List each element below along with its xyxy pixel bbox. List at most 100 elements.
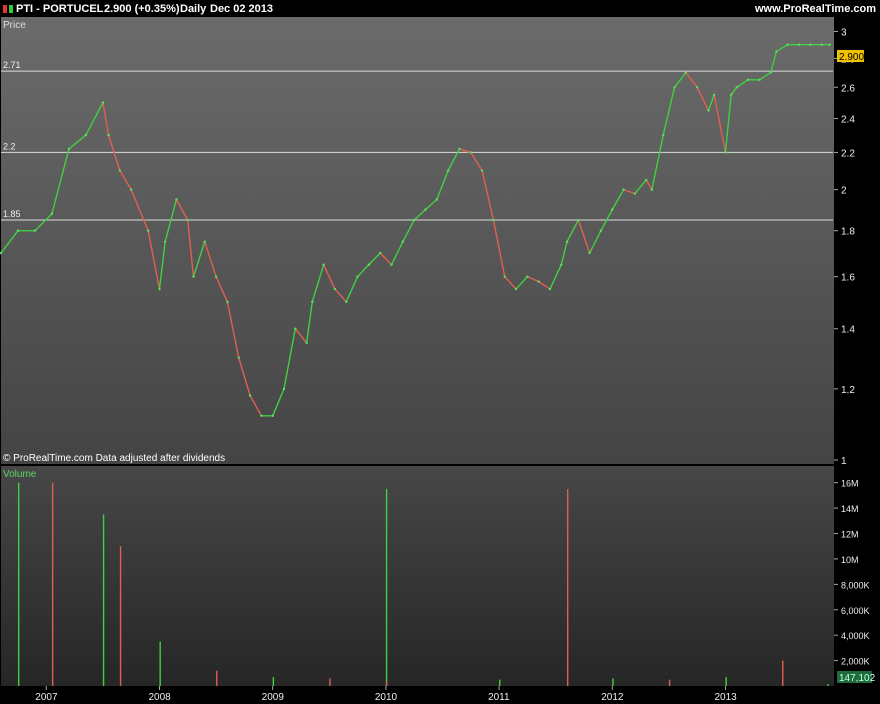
volume-axis bbox=[834, 466, 880, 686]
volume-tick-label: 16M bbox=[841, 479, 859, 489]
volume-tick-label: 10M bbox=[841, 555, 859, 565]
price-point bbox=[175, 198, 178, 201]
price-point bbox=[248, 394, 252, 397]
volume-bar bbox=[329, 678, 331, 686]
price-tick-label: 2.2 bbox=[841, 148, 855, 159]
price-point bbox=[379, 251, 382, 255]
volume-bar bbox=[102, 514, 105, 686]
volume-bar bbox=[668, 679, 671, 686]
price-point bbox=[84, 133, 88, 137]
x-tick-label: 2012 bbox=[601, 692, 624, 703]
volume-bar bbox=[725, 677, 727, 686]
price-point bbox=[588, 251, 591, 255]
price-tick-label: 1.2 bbox=[841, 385, 855, 396]
price-point bbox=[729, 93, 733, 97]
volume-bar bbox=[272, 677, 275, 686]
price-point bbox=[526, 275, 529, 278]
current-price-value: 2.900 bbox=[839, 52, 864, 63]
x-tick-label: 2007 bbox=[35, 692, 58, 703]
volume-tick-label: 2,000K bbox=[841, 657, 870, 667]
chart-canvas: 2.712.21.85 32.82.62.42.221.81.61.41.21 … bbox=[0, 17, 880, 704]
price-tick-label: 1.8 bbox=[841, 227, 855, 238]
price-point bbox=[129, 188, 133, 191]
period-label: Daily bbox=[180, 3, 207, 15]
price-tick-label: 1.6 bbox=[841, 273, 855, 284]
price-point bbox=[435, 198, 439, 201]
x-tick-label: 2008 bbox=[148, 692, 171, 703]
price-point bbox=[769, 71, 772, 74]
price-point bbox=[192, 275, 195, 278]
price-point bbox=[662, 133, 665, 137]
volume-bar bbox=[499, 679, 501, 686]
volume-tick-label: 14M bbox=[841, 504, 859, 514]
price-point bbox=[480, 169, 484, 172]
price-point bbox=[673, 86, 676, 89]
price-point bbox=[367, 263, 371, 266]
price-point bbox=[560, 263, 563, 266]
volume-tick-label: 4,000K bbox=[841, 631, 870, 641]
price-point bbox=[565, 240, 569, 243]
volume-panel-label: Volume bbox=[3, 469, 37, 480]
volume-bar bbox=[385, 680, 388, 686]
price-point bbox=[424, 208, 427, 211]
price-point bbox=[758, 78, 761, 82]
red-bar-icon bbox=[3, 5, 7, 13]
price-tick-label: 1.4 bbox=[841, 325, 855, 336]
price-point bbox=[311, 300, 314, 304]
price-tick-label: 1 bbox=[841, 456, 847, 467]
volume-tick-label: 8,000K bbox=[841, 580, 870, 590]
price-point bbox=[548, 287, 552, 291]
volume-bar bbox=[566, 489, 569, 686]
volume-tick-label: 12M bbox=[841, 530, 859, 540]
price-change: 2.900 (+0.35%) bbox=[104, 3, 180, 15]
price-point bbox=[146, 229, 150, 232]
price-point bbox=[458, 147, 461, 151]
x-tick-label: 2009 bbox=[262, 692, 285, 703]
chart-window: 2.712.21.85 32.82.62.42.221.81.61.41.21 … bbox=[0, 0, 880, 704]
price-point bbox=[67, 147, 71, 151]
price-point bbox=[294, 327, 297, 330]
price-point bbox=[226, 300, 229, 304]
price-point bbox=[322, 263, 325, 266]
price-point bbox=[101, 101, 105, 104]
green-bar-icon bbox=[9, 5, 13, 13]
current-volume-value: 147,102 bbox=[839, 673, 876, 684]
price-point bbox=[333, 287, 337, 291]
price-point bbox=[412, 218, 416, 222]
date-label: Dec 02 2013 bbox=[210, 3, 273, 15]
price-point bbox=[724, 151, 727, 154]
price-tick-label: 2.6 bbox=[841, 83, 855, 94]
volume-bar bbox=[612, 678, 614, 686]
price-point bbox=[746, 78, 750, 82]
price-point bbox=[707, 109, 710, 112]
price-point bbox=[16, 229, 20, 232]
price-point bbox=[809, 43, 812, 46]
price-point bbox=[237, 356, 240, 359]
chart-header: PTI - PORTUCEL 2.900 (+0.35%) Daily Dec … bbox=[0, 0, 880, 17]
price-point bbox=[514, 287, 518, 291]
price-point bbox=[786, 43, 789, 46]
reference-line-label-2: 1.85 bbox=[3, 209, 21, 219]
volume-bar bbox=[119, 546, 122, 686]
x-tick-label: 2010 bbox=[375, 692, 398, 703]
price-point bbox=[203, 240, 206, 243]
footnote: © ProRealTime.com Data adjusted after di… bbox=[3, 453, 225, 464]
price-point bbox=[645, 178, 648, 182]
price-point bbox=[214, 275, 218, 278]
price-point bbox=[712, 93, 716, 97]
price-point bbox=[797, 43, 801, 46]
volume-bar bbox=[827, 684, 829, 686]
price-point bbox=[695, 86, 699, 89]
price-point bbox=[469, 151, 472, 154]
price-point bbox=[107, 133, 110, 137]
instrument-symbol: PTI - PORTUCEL bbox=[16, 3, 104, 15]
price-point bbox=[50, 212, 54, 215]
price-panel bbox=[1, 17, 834, 464]
price-point bbox=[163, 240, 167, 243]
price-point bbox=[577, 218, 580, 222]
reference-line-label-0: 2.71 bbox=[3, 60, 21, 70]
volume-bar bbox=[51, 482, 54, 686]
site-link[interactable]: www.ProRealTime.com bbox=[755, 3, 876, 15]
price-tick-label: 2.4 bbox=[841, 114, 855, 125]
x-tick-label: 2011 bbox=[488, 692, 510, 703]
